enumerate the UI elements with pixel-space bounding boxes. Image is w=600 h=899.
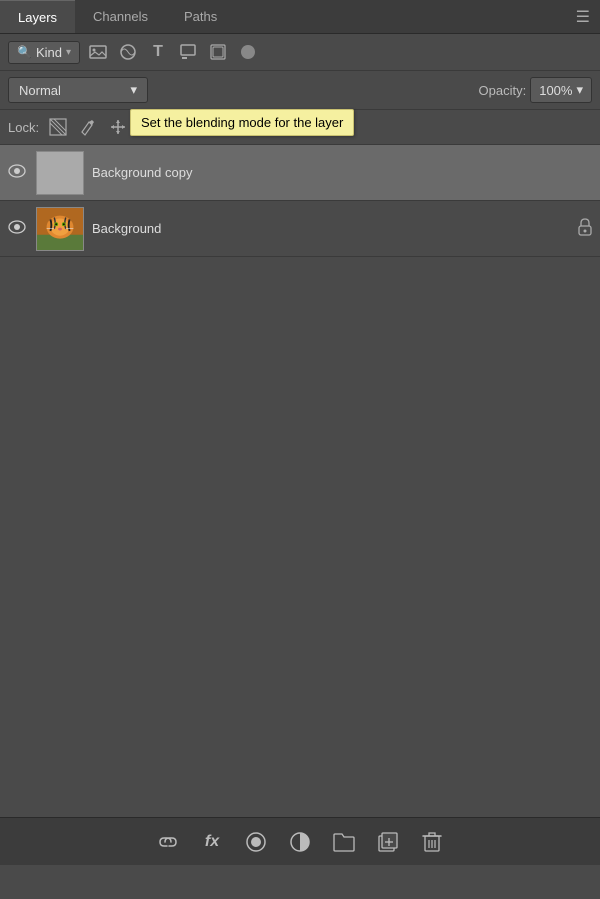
tab-layers[interactable]: Layers — [0, 0, 75, 33]
blend-bar: Normal ▾ Opacity: 100% ▾ Set the blendin… — [0, 71, 600, 110]
bottom-toolbar: fx — [0, 817, 600, 865]
fx-icon[interactable]: fx — [198, 828, 226, 856]
layer-row[interactable]: Background copy — [0, 145, 600, 201]
layer-lock-icon — [578, 218, 592, 239]
smartobj-filter-icon[interactable] — [206, 40, 230, 64]
filter-bar: 🔍 Kind ▾ T — [0, 34, 600, 71]
layer-row[interactable]: Background — [0, 201, 600, 257]
canvas-area — [0, 481, 600, 817]
opacity-select[interactable]: 100% ▾ — [530, 77, 592, 103]
opacity-group: Opacity: 100% ▾ — [479, 77, 592, 103]
type-filter-icon[interactable]: T — [146, 40, 170, 64]
panel-menu-icon[interactable]: ☰ — [576, 7, 590, 27]
add-mask-icon[interactable] — [242, 828, 270, 856]
adjustment-filter-icon[interactable] — [116, 40, 140, 64]
blend-mode-arrow-icon: ▾ — [130, 82, 137, 98]
layer-thumbnail — [36, 207, 84, 251]
layer-name: Background copy — [92, 165, 592, 180]
visibility-icon[interactable] — [8, 164, 28, 181]
layer-thumbnail — [36, 151, 84, 195]
lock-transparent-pixels-icon[interactable] — [47, 116, 69, 138]
lock-move-icon[interactable] — [107, 116, 129, 138]
kind-select[interactable]: 🔍 Kind ▾ — [8, 41, 80, 64]
layer-name: Background — [92, 221, 570, 236]
layers-list: Background copy — [0, 145, 600, 481]
tab-bar: Layers Channels Paths ☰ — [0, 0, 600, 34]
lock-paint-icon[interactable] — [77, 116, 99, 138]
visibility-icon[interactable] — [8, 220, 28, 237]
lock-label: Lock: — [8, 120, 39, 135]
tab-paths[interactable]: Paths — [166, 0, 235, 33]
delete-layer-icon[interactable] — [418, 828, 446, 856]
kind-arrow-icon: ▾ — [66, 47, 71, 58]
blend-mode-tooltip: Set the blending mode for the layer — [130, 109, 354, 136]
tab-channels[interactable]: Channels — [75, 0, 166, 33]
blend-mode-label: Normal — [19, 83, 61, 98]
new-group-icon[interactable] — [330, 828, 358, 856]
opacity-arrow-icon: ▾ — [576, 82, 583, 98]
link-layers-icon[interactable] — [154, 828, 182, 856]
add-adjustment-icon[interactable] — [286, 828, 314, 856]
opacity-label: Opacity: — [479, 83, 527, 98]
color-filter-icon[interactable] — [236, 40, 260, 64]
shape-filter-icon[interactable] — [176, 40, 200, 64]
blend-mode-select[interactable]: Normal ▾ — [8, 77, 148, 103]
image-filter-icon[interactable] — [86, 40, 110, 64]
new-layer-icon[interactable] — [374, 828, 402, 856]
